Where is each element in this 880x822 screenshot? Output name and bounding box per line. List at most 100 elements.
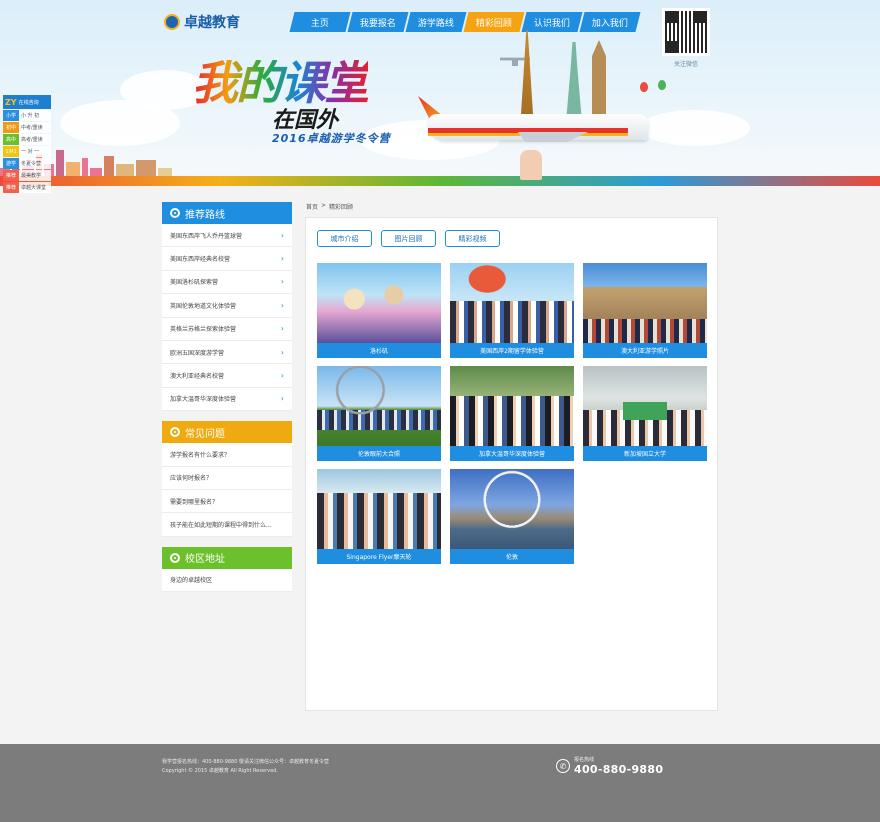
service-text: 一 对 一 [21, 149, 40, 155]
photo-disney [317, 263, 441, 343]
target-icon [170, 427, 180, 438]
recommended-routes-box: 推荐路线 美国东西岸飞人乔丹篮球营 › 美国东西岸经典名校营 › 美国洛杉矶探索营 ›… [162, 202, 292, 412]
service-tag: 游学 [3, 158, 19, 169]
chevron-right-icon: › [280, 371, 284, 381]
photo-london-eye [450, 469, 574, 549]
service-item[interactable]: 初中 中考/重读 [3, 122, 51, 133]
header-banner: 卓越教育 主页 我要报名 游学路线 精彩回顾 认识我们 加入我们 关注微信 我的… [0, 0, 880, 186]
photo-caption: 伦敦 [450, 549, 574, 564]
nav-item-home[interactable]: 主页 [289, 12, 351, 32]
qr-label: 关注微信 [673, 61, 698, 68]
service-item[interactable]: 游学 冬夏令营 [3, 158, 51, 169]
service-text: 高考/重读 [21, 137, 43, 143]
main-nav: 主页 我要报名 游学路线 精彩回顾 认识我们 加入我们 [289, 12, 641, 32]
chevron-right-icon: › [280, 277, 284, 287]
faq-link[interactable]: 需要到哪里报名？ [162, 490, 292, 514]
nav-item-signup[interactable]: 我要报名 [347, 12, 409, 32]
photo-card[interactable]: Singapore Flyer摩天轮 [317, 469, 441, 564]
slogan-main: 我的课堂 [192, 56, 370, 110]
faq-box: 常见问题 游学报名有什么要求？ 应该何时报名？ 需要到哪里报名？ 孩子能在如此短… [162, 421, 292, 537]
service-tag: 1对1 [3, 146, 19, 157]
service-text: 卓越大课堂 [21, 185, 47, 191]
service-item[interactable]: 推荐 最美教学 [3, 170, 51, 181]
campus-header: 校区地址 [162, 546, 292, 569]
photo-card[interactable]: 洛杉矶 [317, 263, 441, 358]
service-text: 中考/重读 [21, 125, 43, 131]
service-item[interactable]: 高中 高考/重读 [3, 134, 51, 145]
route-link[interactable]: 澳大利亚经典名校营 › [162, 364, 292, 388]
photo-caption: 新加坡国立大学 [583, 446, 707, 461]
faq-link[interactable]: 游学报名有什么要求？ [162, 443, 292, 467]
service-logo-mark: ZY [5, 97, 17, 107]
site-logo[interactable]: 卓越教育 [164, 12, 240, 32]
tab-videos[interactable]: 精彩视频 [445, 230, 500, 247]
breadcrumb-home[interactable]: 首页 [306, 202, 318, 211]
photo-card[interactable]: 加拿大温哥华深度体验营 [450, 366, 574, 461]
service-text: 最美教学 [21, 173, 42, 179]
online-service-widget: ZY 在线咨询 小学 小 升 初 初中 中考/重读 高中 高考/重读 1对1 一… [3, 95, 51, 193]
photo-university [583, 263, 707, 343]
route-link[interactable]: 加拿大温哥华深度体验营 › [162, 388, 292, 412]
tab-city-intro[interactable]: 城市介绍 [317, 230, 372, 247]
nav-item-about[interactable]: 认识我们 [521, 12, 583, 32]
faq-link[interactable]: 应该何时报名？ [162, 467, 292, 490]
photo-london-eye-group [317, 366, 441, 446]
chevron-right-icon: › [280, 300, 284, 310]
wechat-qr-code [662, 8, 710, 56]
photo-banner-group [583, 366, 707, 446]
chevron-right-icon: › [280, 324, 284, 334]
route-link[interactable]: 美国洛杉矶探索营 › [162, 271, 292, 295]
hotline-label: 报名热线 [574, 757, 595, 763]
hotline: ✆ 报名热线 400-880-9880 [556, 756, 663, 776]
routes-title: 推荐路线 [185, 209, 225, 221]
chevron-right-icon: › [280, 254, 284, 264]
service-item[interactable]: 1对1 一 对 一 [3, 146, 51, 157]
camp-title: 2016卓越游学冬令营 [272, 132, 391, 145]
photo-group-park [450, 263, 574, 343]
route-link[interactable]: 英国伦敦地道文化体验营 › [162, 294, 292, 318]
photo-card[interactable]: 美国西岸2期留学体验营 [450, 263, 574, 358]
target-icon [170, 552, 180, 563]
service-tag: 初中 [3, 122, 19, 133]
photo-caption: 伦敦眼前大合照 [317, 446, 441, 461]
campus-title: 校区地址 [185, 554, 225, 566]
campus-link[interactable]: 身边的卓越校区 [162, 569, 292, 593]
photo-card[interactable]: 伦敦眼前大合照 [317, 366, 441, 461]
tab-photo-review[interactable]: 图片回顾 [381, 230, 436, 247]
footer-info: 我学营报名热线：400-880-9880 敬请关注微信公众号：卓越教育冬夏令营 … [162, 758, 329, 776]
banner-slogan: 我的课堂 在国外 2016卓越游学冬令营 [192, 60, 412, 160]
photo-card[interactable]: 澳大利亚游学照片 [583, 263, 707, 358]
hotline-number[interactable]: 400-880-9880 [574, 763, 663, 776]
footer-copyright: Copyright © 2015 卓越教育 All Right Reserved… [162, 768, 278, 774]
service-tag: 小学 [3, 110, 19, 121]
photo-caption: Singapore Flyer摩天轮 [317, 549, 441, 564]
route-link[interactable]: 英格兰苏格兰探索体验营 › [162, 318, 292, 341]
photo-caption: 澳大利亚游学照片 [583, 343, 707, 358]
route-link[interactable]: 美国东西岸经典名校营 › [162, 247, 292, 271]
campus-box: 校区地址 身边的卓越校区 [162, 546, 292, 593]
nav-item-review[interactable]: 精彩回顾 [463, 12, 525, 32]
nav-item-join[interactable]: 加入我们 [579, 12, 641, 32]
service-tag: 推荐 [3, 170, 19, 181]
photo-card[interactable]: 伦敦 [450, 469, 574, 564]
logo-emblem-icon [164, 14, 180, 30]
route-link[interactable]: 美国东西岸飞人乔丹篮球营 › [162, 224, 292, 248]
cloud-decoration [60, 100, 180, 146]
service-item[interactable]: 小学 小 升 初 [3, 110, 51, 121]
footer-contact-line: 我学营报名热线：400-880-9880 敬请关注微信公众号：卓越教育冬夏令营 [162, 759, 330, 765]
breadcrumb-current: 精彩回顾 [329, 204, 354, 211]
sidebar: 推荐路线 美国东西岸飞人乔丹篮球营 › 美国东西岸经典名校营 › 美国洛杉矶探索营 ›… [162, 202, 292, 602]
photo-flyer-inside [317, 469, 441, 549]
chevron-right-icon: › [280, 230, 284, 240]
photo-card[interactable]: 新加坡国立大学 [583, 366, 707, 461]
service-text: 冬夏令营 [21, 161, 42, 167]
service-item[interactable]: 推荐 卓越大课堂 [3, 182, 51, 193]
online-service-header[interactable]: ZY 在线咨询 [3, 95, 51, 109]
chevron-right-icon: › [280, 347, 284, 357]
faq-link[interactable]: 孩子能在如此短期的课程中得到什么... [162, 513, 292, 537]
nav-item-routes[interactable]: 游学路线 [405, 12, 467, 32]
cloud-decoration [640, 110, 750, 146]
target-icon [170, 208, 180, 218]
route-link[interactable]: 欧洲五国深度游学营 › [162, 341, 292, 365]
rainbow-ground-stripe [0, 176, 880, 186]
